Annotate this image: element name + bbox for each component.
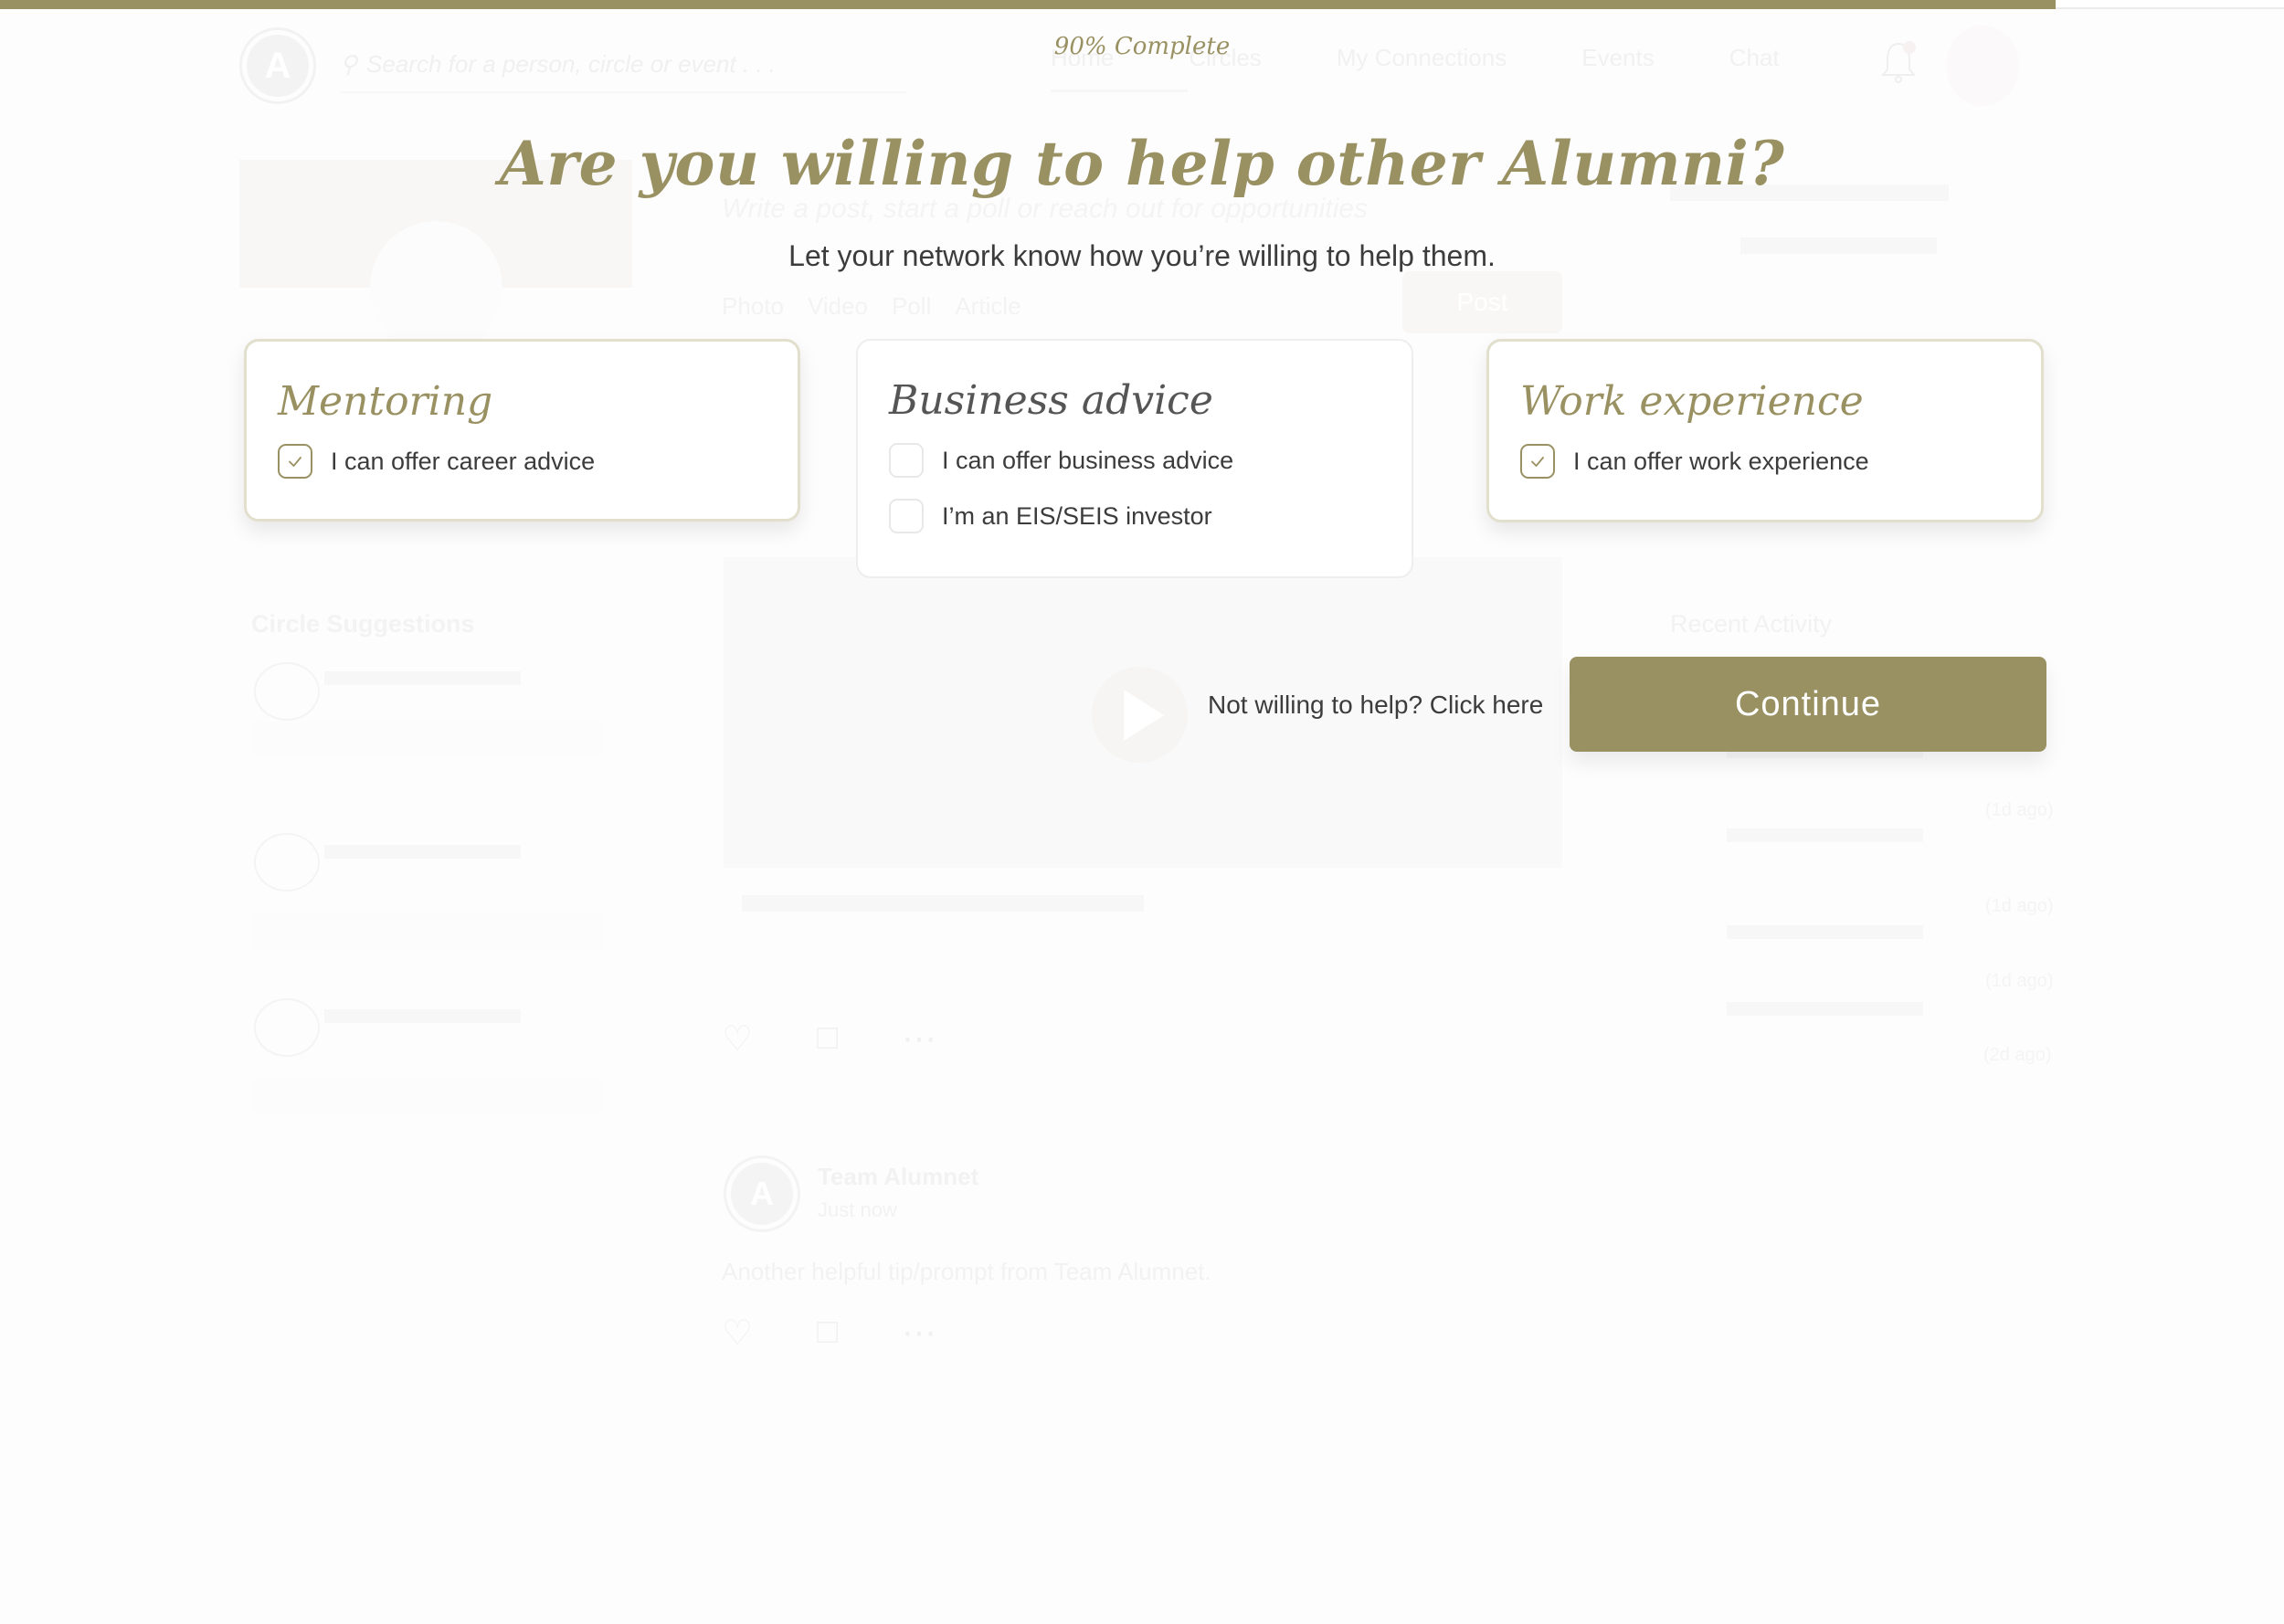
progress-bar-fill xyxy=(0,0,2056,9)
card-title: Mentoring xyxy=(278,378,493,425)
mentoring-card[interactable]: Mentoring I can offer career advice xyxy=(244,339,800,522)
business-advice-card[interactable]: Business advice I can offer business adv… xyxy=(856,339,1413,578)
continue-button[interactable]: Continue xyxy=(1570,657,2046,752)
card-title: Business advice xyxy=(889,377,1213,424)
option-eis-seis-investor[interactable]: I’m an EIS/SEIS investor xyxy=(889,498,1380,534)
card-title: Work experience xyxy=(1520,378,1864,425)
option-work-experience[interactable]: I can offer work experience xyxy=(1520,443,2010,480)
checkbox[interactable] xyxy=(889,499,924,533)
page: A ⚲ Search for a person, circle or event… xyxy=(0,0,2284,1624)
option-label: I can offer work experience xyxy=(1573,447,1869,475)
checkmark-icon xyxy=(289,457,301,467)
checkbox[interactable] xyxy=(1520,444,1555,479)
option-label: I can offer business advice xyxy=(942,446,1234,474)
option-label: I can offer career advice xyxy=(331,447,596,475)
option-business-advice[interactable]: I can offer business advice xyxy=(889,442,1380,479)
work-experience-card[interactable]: Work experience I can offer work experie… xyxy=(1486,339,2044,522)
checkbox[interactable] xyxy=(278,444,312,479)
modal-subtitle: Let your network know how you’re willing… xyxy=(788,239,1496,272)
progress-label: 90% Complete xyxy=(1053,33,1231,60)
checkmark-icon xyxy=(1531,457,1544,467)
not-willing-to-help-link[interactable]: Not willing to help? Click here xyxy=(1208,691,1543,720)
help-preferences-modal: 90% Complete Are you willing to help oth… xyxy=(0,0,2284,1624)
option-career-advice[interactable]: I can offer career advice xyxy=(278,443,767,480)
checkbox[interactable] xyxy=(889,443,924,478)
option-label: I’m an EIS/SEIS investor xyxy=(942,501,1212,530)
progress-bar xyxy=(0,0,2284,9)
modal-title: Are you willing to help other Alumni? xyxy=(499,128,1785,199)
